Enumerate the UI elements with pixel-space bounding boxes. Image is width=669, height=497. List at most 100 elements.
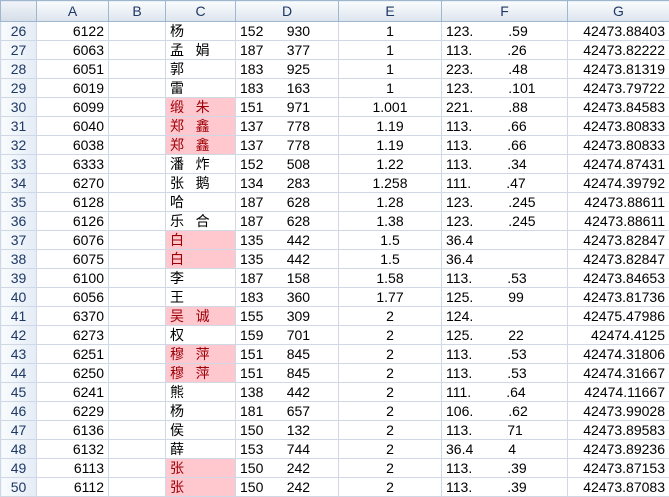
cell-a[interactable]: 6099	[37, 98, 109, 117]
cell-b[interactable]	[109, 364, 166, 383]
row-header[interactable]: 33	[1, 155, 37, 174]
row-header[interactable]: 40	[1, 288, 37, 307]
cell-c[interactable]: 杨	[166, 22, 236, 41]
row-header[interactable]: 42	[1, 326, 37, 345]
cell-e[interactable]: 2	[339, 345, 442, 364]
cell-e[interactable]: 1	[339, 22, 442, 41]
cell-b[interactable]	[109, 174, 166, 193]
cell-c[interactable]: 侯	[166, 421, 236, 440]
cell-a[interactable]: 6122	[37, 22, 109, 41]
cell-d[interactable]: 183 360	[236, 288, 339, 307]
cell-a[interactable]: 6113	[37, 459, 109, 478]
cell-c[interactable]: 张 鹅	[166, 174, 236, 193]
cell-b[interactable]	[109, 98, 166, 117]
cell-b[interactable]	[109, 383, 166, 402]
cell-b[interactable]	[109, 288, 166, 307]
cell-b[interactable]	[109, 440, 166, 459]
row-header[interactable]: 29	[1, 79, 37, 98]
cell-a[interactable]: 6075	[37, 250, 109, 269]
cell-e[interactable]: 1	[339, 60, 442, 79]
cell-f[interactable]: 125. 99	[442, 288, 568, 307]
row-header[interactable]: 27	[1, 41, 37, 60]
cell-c[interactable]: 乐 合	[166, 212, 236, 231]
cell-b[interactable]	[109, 22, 166, 41]
cell-d[interactable]: 152 930	[236, 22, 339, 41]
cell-b[interactable]	[109, 326, 166, 345]
cell-a[interactable]: 6051	[37, 60, 109, 79]
column-header-c[interactable]: C	[166, 1, 236, 22]
cell-g[interactable]: 42474.4125	[568, 326, 669, 345]
row-header[interactable]: 47	[1, 421, 37, 440]
cell-c[interactable]: 熊	[166, 383, 236, 402]
cell-e[interactable]: 1.5	[339, 231, 442, 250]
cell-e[interactable]: 1.258	[339, 174, 442, 193]
cell-d[interactable]: 134 283	[236, 174, 339, 193]
cell-a[interactable]: 6273	[37, 326, 109, 345]
cell-c[interactable]: 雷	[166, 79, 236, 98]
row-header[interactable]: 32	[1, 136, 37, 155]
cell-d[interactable]: 138 442	[236, 383, 339, 402]
row-header[interactable]: 48	[1, 440, 37, 459]
cell-a[interactable]: 6038	[37, 136, 109, 155]
cell-c[interactable]: 李	[166, 269, 236, 288]
cell-e[interactable]: 2	[339, 307, 442, 326]
cell-b[interactable]	[109, 345, 166, 364]
cell-a[interactable]: 6112	[37, 478, 109, 497]
cell-f[interactable]: 36.4	[442, 250, 568, 269]
cell-b[interactable]	[109, 117, 166, 136]
cell-a[interactable]: 6056	[37, 288, 109, 307]
cell-a[interactable]: 6251	[37, 345, 109, 364]
column-header-d[interactable]: D	[236, 1, 339, 22]
cell-c[interactable]: 薛	[166, 440, 236, 459]
cell-a[interactable]: 6229	[37, 402, 109, 421]
cell-a[interactable]: 6132	[37, 440, 109, 459]
cell-d[interactable]: 150 242	[236, 459, 339, 478]
cell-g[interactable]: 42474.87431	[568, 155, 669, 174]
cell-a[interactable]: 6136	[37, 421, 109, 440]
cell-g[interactable]: 42473.82847	[568, 231, 669, 250]
cell-a[interactable]: 6040	[37, 117, 109, 136]
cell-e[interactable]: 1.38	[339, 212, 442, 231]
cell-f[interactable]: 125. 22	[442, 326, 568, 345]
row-header[interactable]: 43	[1, 345, 37, 364]
cell-g[interactable]: 42473.80833	[568, 136, 669, 155]
cell-a[interactable]: 6063	[37, 41, 109, 60]
cell-g[interactable]: 42473.87083	[568, 478, 669, 497]
cell-c[interactable]: 郑 鑫	[166, 136, 236, 155]
cell-f[interactable]: 111. .64	[442, 383, 568, 402]
cell-e[interactable]: 2	[339, 383, 442, 402]
cell-g[interactable]: 42474.31806	[568, 345, 669, 364]
cell-c[interactable]: 穆 萍	[166, 364, 236, 383]
cell-b[interactable]	[109, 136, 166, 155]
column-header-g[interactable]: G	[568, 1, 669, 22]
cell-f[interactable]: 113. .66	[442, 136, 568, 155]
cell-f[interactable]: 111. .47	[442, 174, 568, 193]
select-all-corner[interactable]	[1, 1, 37, 22]
cell-e[interactable]: 1.001	[339, 98, 442, 117]
row-header[interactable]: 28	[1, 60, 37, 79]
cell-b[interactable]	[109, 193, 166, 212]
column-header-f[interactable]: F	[442, 1, 568, 22]
cell-c[interactable]: 哈	[166, 193, 236, 212]
cell-c[interactable]: 白	[166, 250, 236, 269]
cell-e[interactable]: 1.19	[339, 117, 442, 136]
cell-g[interactable]: 42473.82222	[568, 41, 669, 60]
cell-f[interactable]: 113. .34	[442, 155, 568, 174]
column-header-e[interactable]: E	[339, 1, 442, 22]
cell-b[interactable]	[109, 212, 166, 231]
cell-b[interactable]	[109, 402, 166, 421]
cell-e[interactable]: 1	[339, 41, 442, 60]
cell-f[interactable]: 223. .48	[442, 60, 568, 79]
cell-d[interactable]: 181 657	[236, 402, 339, 421]
cell-d[interactable]: 151 971	[236, 98, 339, 117]
cell-g[interactable]: 42473.88611	[568, 212, 669, 231]
cell-g[interactable]: 42473.80833	[568, 117, 669, 136]
cell-c[interactable]: 孟 娟	[166, 41, 236, 60]
cell-b[interactable]	[109, 231, 166, 250]
cell-d[interactable]: 151 845	[236, 364, 339, 383]
cell-a[interactable]: 6333	[37, 155, 109, 174]
cell-g[interactable]: 42473.81319	[568, 60, 669, 79]
cell-e[interactable]: 2	[339, 326, 442, 345]
cell-d[interactable]: 183 925	[236, 60, 339, 79]
cell-d[interactable]: 155 309	[236, 307, 339, 326]
